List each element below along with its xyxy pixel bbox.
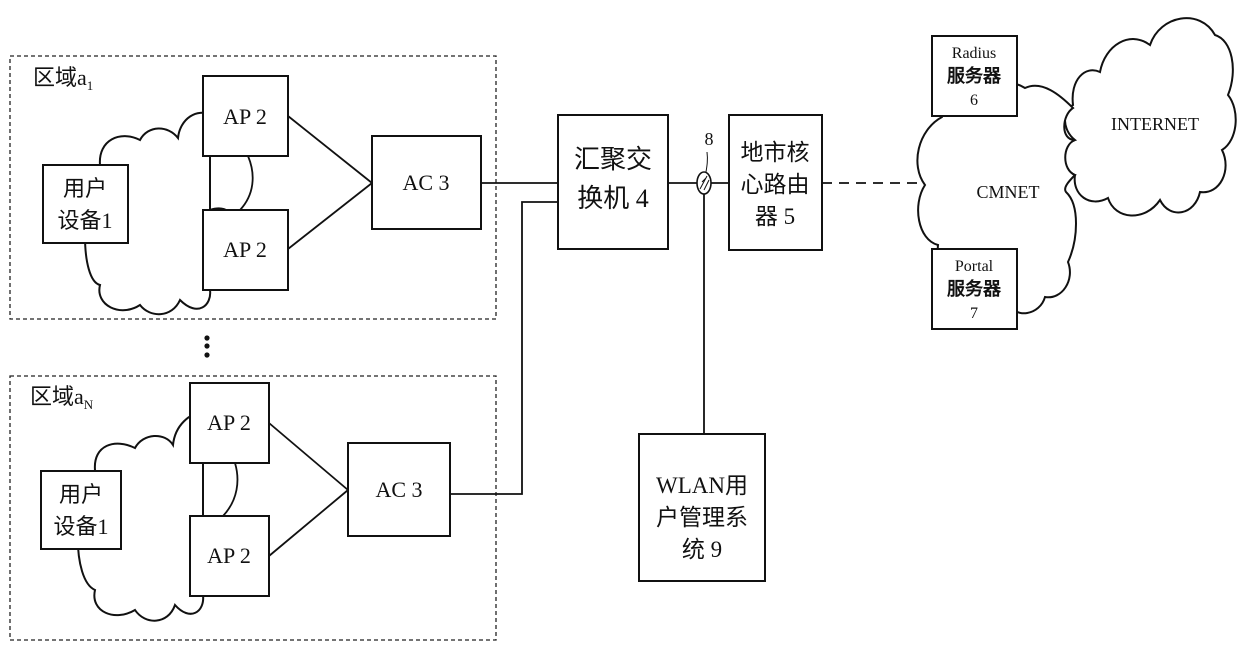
splitter-label: 8 — [705, 129, 714, 149]
portal-server-label-line3: 7 — [970, 305, 978, 322]
core-router-label-line1: 地市核 — [741, 140, 810, 165]
user-device-label-line2: 设备1 — [57, 208, 112, 233]
ellipsis-dots — [204, 335, 210, 358]
core-router-label-line2: 心路由 — [741, 172, 810, 197]
ap-ac-link-bottom — [287, 182, 373, 250]
splitter-icon — [696, 171, 712, 195]
zone-aN: 区域aN 用户 设备1 AP 2 AP 2 AC 3 — [9, 375, 497, 641]
radius-server-label-line1: Radius — [952, 45, 996, 62]
ap-bottom-label: AP 2 — [223, 237, 267, 262]
network-diagram: 区域a1 用户 设备1 AP 2 AP 2 AC 3 区域aN 用户 设备1 A… — [9, 17, 1237, 641]
cmnet-label: CMNET — [977, 182, 1040, 202]
ac-label: AC 3 — [402, 170, 449, 195]
zone-a1-label: 区域a1 — [33, 65, 93, 93]
core-router: 地市核 心路由 器 5 — [728, 114, 823, 251]
wlan-management-system: WLAN用 户管理系 统 9 — [638, 433, 766, 582]
radius-server-label-line2: 服务器 — [947, 65, 1002, 86]
aggregation-switch-label-line1: 汇聚交 — [574, 145, 652, 174]
wlan-system-label-line1: WLAN用 — [656, 473, 748, 498]
aggregation-switch: 汇聚交 换机 4 — [557, 114, 669, 250]
wlan-system-label-line3: 统 9 — [682, 537, 722, 562]
optical-splitter: 8 — [696, 129, 714, 195]
ap-top-label: AP 2 — [223, 104, 267, 129]
portal-server-label-line1: Portal — [955, 258, 994, 275]
ap-link — [239, 155, 254, 211]
user-device-label-line1: 用户 — [59, 482, 103, 507]
radius-server: Radius 服务器 6 — [931, 35, 1018, 117]
ap-ac-link-top — [268, 422, 349, 491]
ap-ac-link-bottom — [268, 489, 349, 557]
core-router-label-line3: 器 5 — [755, 204, 795, 229]
ap-ac-link-top — [287, 115, 373, 184]
user-device-label-line2: 设备1 — [53, 514, 108, 539]
ac-label: AC 3 — [375, 477, 422, 502]
internet-label: INTERNET — [1111, 114, 1199, 134]
acN-switch-link — [450, 201, 558, 495]
wlan-system-label-line2: 户管理系 — [656, 505, 748, 530]
ap-link — [222, 462, 239, 517]
user-device-label-line1: 用户 — [63, 176, 107, 201]
ap-bottom-label: AP 2 — [207, 543, 251, 568]
zone-a1: 区域a1 用户 设备1 AP 2 AP 2 AC 3 — [9, 55, 497, 320]
portal-server-label-line2: 服务器 — [947, 278, 1002, 299]
radius-server-label-line3: 6 — [970, 92, 978, 109]
ap-top-label: AP 2 — [207, 410, 251, 435]
splitter-leader-line — [705, 151, 708, 173]
aggregation-switch-box — [557, 114, 669, 250]
portal-server: Portal 服务器 7 — [931, 248, 1018, 330]
zone-aN-label: 区域aN — [30, 384, 94, 412]
aggregation-switch-label-line2: 换机 4 — [577, 184, 649, 213]
